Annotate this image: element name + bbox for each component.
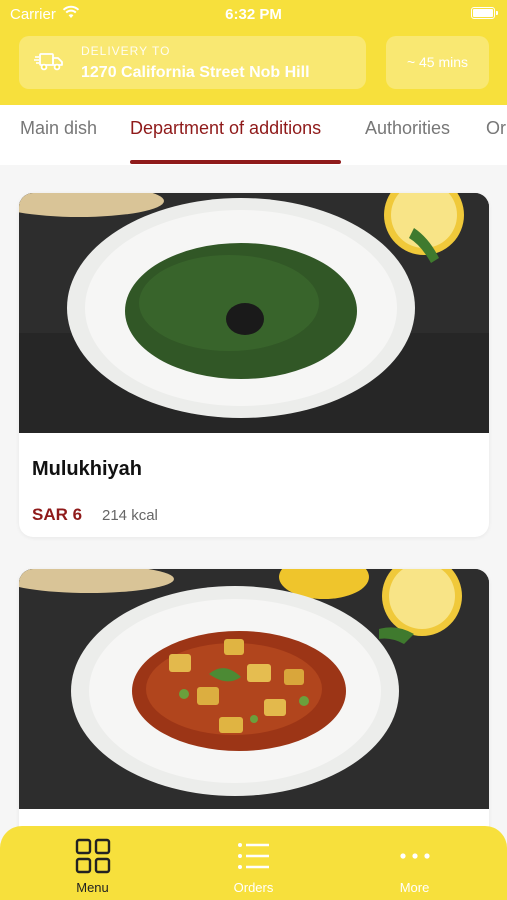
product-card[interactable]: Mulukhiyah SAR 6 214 kcal — [19, 193, 489, 537]
nav-more[interactable]: More — [330, 826, 499, 900]
grid-icon — [75, 838, 111, 874]
active-tab-indicator — [130, 160, 341, 164]
status-bar: Carrier 6:32 PM — [0, 0, 507, 28]
product-calories: 214 kcal — [102, 507, 158, 524]
mulukhiyah-photo — [19, 193, 489, 433]
tab-department-of-additions[interactable]: Department of additions — [130, 118, 321, 139]
delivery-address-selector[interactable]: DELIVERY TO 1270 California Street Nob H… — [19, 36, 366, 89]
category-tabs: Main dish Department of additions Author… — [0, 105, 507, 165]
list-icon — [238, 843, 269, 869]
nav-menu[interactable]: Menu — [8, 826, 177, 900]
nav-orders-label: Orders — [233, 880, 274, 895]
tab-main-dish[interactable]: Main dish — [20, 118, 97, 139]
bottom-navigation: Menu Orders More — [0, 826, 507, 900]
nav-orders[interactable]: Orders — [169, 826, 338, 900]
delivery-label: DELIVERY TO — [81, 44, 171, 58]
vegetable-stew-photo — [19, 569, 489, 809]
product-name: Mulukhiyah — [32, 458, 143, 480]
product-price: SAR 6 — [32, 505, 83, 524]
tab-authorities[interactable]: Authorities — [365, 118, 450, 139]
clock: 6:32 PM — [225, 6, 282, 23]
more-dots-icon — [400, 853, 430, 859]
delivery-address: 1270 California Street Nob Hill — [81, 64, 310, 81]
app-header: Carrier 6:32 PM DELIVERY TO 1270 Califor… — [0, 0, 507, 105]
nav-menu-label: Menu — [76, 880, 109, 895]
delivery-truck-icon — [34, 53, 63, 71]
eta-badge: ~ 45 mins — [386, 36, 489, 89]
product-card[interactable] — [19, 569, 489, 859]
battery-icon — [471, 7, 498, 19]
tab-or[interactable]: Or — [486, 118, 506, 139]
nav-more-label: More — [399, 880, 430, 895]
